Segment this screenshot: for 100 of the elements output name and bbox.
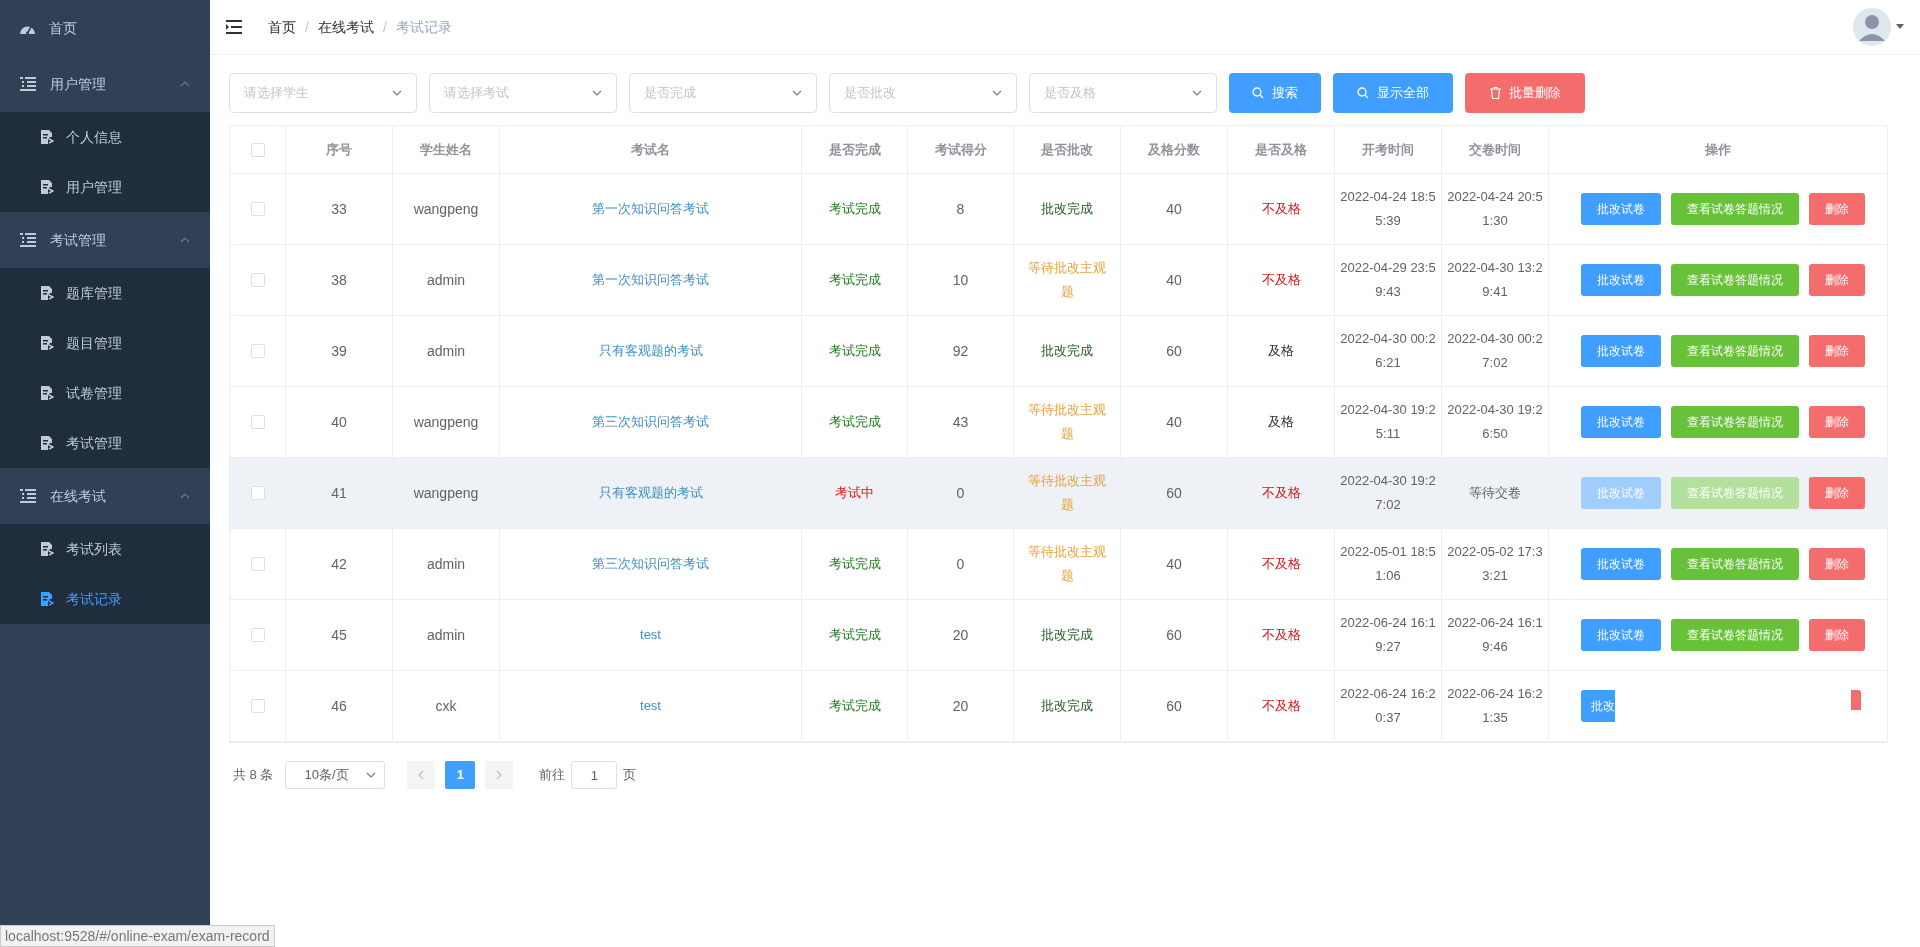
- checkbox[interactable]: [250, 557, 265, 571]
- chevron-right-icon: [496, 770, 503, 780]
- table-cell-text: admin: [426, 555, 466, 574]
- status-text: 不及格: [1261, 555, 1301, 573]
- submenu-item[interactable]: 考试列表: [0, 524, 210, 574]
- table-row[interactable]: 33 wangpeng 第一次知识问答考试 考试完成 8 批改完成 40 不及格 2022-04-24 18:55:39 2022-04-24 20:51:30 批改试卷 查看试卷答题情况 删除: [230, 174, 1887, 245]
- table-row[interactable]: 38 admin 第一次知识问答考试 考试完成 10 等待批改主观题 40 不及格 2022-04-29 23:59:43 2022-04-30 13:29:41 批改试卷 查看试卷答题情况 删除: [230, 245, 1887, 316]
- delete-button[interactable]: 删除: [1809, 548, 1865, 580]
- search-button[interactable]: 搜索: [1229, 73, 1321, 113]
- exam-link[interactable]: 第三次知识问答考试: [592, 552, 709, 576]
- checkbox[interactable]: [250, 273, 265, 287]
- view-answers-button[interactable]: 查看试卷答题情况: [1671, 406, 1799, 438]
- exam-link[interactable]: 只有客观题的考试: [598, 339, 703, 363]
- checkbox[interactable]: [250, 486, 265, 500]
- delete-button[interactable]: 删除: [1809, 406, 1865, 438]
- table-cell-text: 45: [331, 626, 347, 645]
- table-cell-text: admin: [426, 271, 466, 290]
- avatar[interactable]: [1852, 7, 1892, 47]
- view-answers-button[interactable]: 查看试卷答题情况: [1671, 548, 1799, 580]
- select-field[interactable]: 是否完成: [629, 73, 817, 113]
- status-text: 不及格: [1261, 200, 1301, 218]
- batch-delete-button[interactable]: 批量删除: [1465, 73, 1585, 113]
- caret-icon[interactable]: [1896, 24, 1904, 30]
- submenu-item[interactable]: 题库管理: [0, 268, 210, 318]
- view-answers-button[interactable]: 查看试卷答题情况: [1671, 193, 1799, 225]
- exam-link[interactable]: 第一次知识问答考试: [592, 268, 709, 292]
- checkbox[interactable]: [250, 202, 265, 216]
- table-cell-text: 40: [1166, 413, 1182, 432]
- delete-button[interactable]: 删除: [1809, 264, 1865, 296]
- table-cell-text: 60: [1166, 484, 1182, 503]
- table-cell-text: 2022-06-24 16:21:35: [1447, 685, 1543, 727]
- table-cell-text: 33: [331, 200, 347, 219]
- view-answers-button[interactable]: 查看试卷答题情况: [1671, 619, 1799, 651]
- goto-suffix: 页: [623, 766, 637, 785]
- checkbox[interactable]: [250, 699, 265, 713]
- checkbox[interactable]: [250, 628, 265, 642]
- table-cell-text: 60: [1166, 342, 1182, 361]
- breadcrumb-link[interactable]: 在线考试: [317, 16, 374, 38]
- column-header: 是否批改: [1041, 140, 1093, 159]
- show-all-button[interactable]: 显示全部: [1333, 73, 1453, 113]
- exam-link[interactable]: 第一次知识问答考试: [592, 197, 709, 221]
- menu-icon[interactable]: [226, 19, 244, 35]
- view-answers-button[interactable]: 查看试卷答题情况: [1671, 264, 1799, 296]
- review-paper-button[interactable]: 批改试卷: [1581, 264, 1661, 296]
- table-row[interactable]: 39 admin 只有客观题的考试 考试完成 92 批改完成 60 及格 2022-04-30 00:26:21 2022-04-30 00:27:02 批改试卷 查看试卷答题情况 删除: [230, 316, 1887, 387]
- status-text: 考试完成: [828, 626, 881, 644]
- breadcrumb-link[interactable]: 首页: [268, 16, 296, 38]
- previous-page-button[interactable]: [407, 761, 436, 789]
- checkbox[interactable]: [250, 142, 265, 157]
- select-field[interactable]: 请选择考试: [429, 73, 617, 113]
- document-icon: [40, 436, 54, 450]
- page-input[interactable]: 1: [571, 761, 618, 789]
- list-icon: [20, 77, 36, 91]
- sidebar-item[interactable]: 首页: [0, 0, 210, 56]
- page-size-select[interactable]: 10条/页: [285, 761, 386, 789]
- table-cell-text: 46: [331, 697, 347, 716]
- select-field[interactable]: 请选择学生: [229, 73, 417, 113]
- status-text: 等待批改主观题: [1027, 401, 1107, 443]
- submenu-item[interactable]: 试卷管理: [0, 368, 210, 418]
- submenu-item[interactable]: 个人信息: [0, 112, 210, 162]
- review-paper-button[interactable]: 批改试卷: [1581, 193, 1661, 225]
- submenu-item[interactable]: 题目管理: [0, 318, 210, 368]
- next-page-button[interactable]: [485, 761, 514, 789]
- view-answers-button[interactable]: 查看试卷答题情况: [1671, 335, 1799, 367]
- table-cell-text: 0: [956, 484, 965, 503]
- delete-button[interactable]: 删除: [1809, 619, 1865, 651]
- table-cell-text: admin: [426, 626, 466, 645]
- table-row[interactable]: 42 admin 第三次知识问答考试 考试完成 0 等待批改主观题 40 不及格 2022-05-01 18:51:06 2022-05-02 17:33:21 批改试卷 查看试卷答题情况 删除: [230, 529, 1887, 600]
- exam-link[interactable]: 只有客观题的考试: [598, 481, 703, 505]
- checkbox[interactable]: [250, 344, 265, 358]
- search-icon: [1252, 87, 1264, 99]
- status-url: localhost:9528/#/online-exam/exam-record: [0, 925, 275, 947]
- chevron-down-icon: [992, 90, 1002, 96]
- delete-button[interactable]: 删除: [1809, 193, 1865, 225]
- delete-button[interactable]: 删除: [1809, 335, 1865, 367]
- checkbox[interactable]: [250, 415, 265, 429]
- search-icon: [1357, 87, 1369, 99]
- delete-button[interactable]: 删除: [1809, 477, 1865, 509]
- table-cell-text: 43: [952, 413, 969, 432]
- review-paper-button[interactable]: 批改试卷: [1581, 619, 1661, 651]
- status-text: 批改完成: [1041, 342, 1093, 360]
- review-paper-button[interactable]: 批改试卷: [1581, 548, 1661, 580]
- submenu-item[interactable]: 考试记录: [0, 574, 210, 624]
- page-button[interactable]: 1: [445, 761, 476, 789]
- table-row[interactable]: 40 wangpeng 第三次知识问答考试 考试完成 43 等待批改主观题 40 及格 2022-04-30 19:25:11 2022-04-30 19:26:50 批改试卷 查看试卷答题情况 删除: [230, 387, 1887, 458]
- select-field[interactable]: 是否及格: [1029, 73, 1217, 113]
- exam-link[interactable]: test: [640, 694, 661, 718]
- review-paper-button[interactable]: 批改试卷: [1581, 335, 1661, 367]
- submenu-item[interactable]: 用户管理: [0, 162, 210, 212]
- exam-link[interactable]: 第三次知识问答考试: [592, 410, 709, 434]
- select-field[interactable]: 是否批改: [829, 73, 1017, 113]
- table-row[interactable]: 45 admin test 考试完成 20 批改完成 60 不及格 2022-06-24 16:19:27 2022-06-24 16:19:46 批改试卷 查看试卷答题情况 删除: [230, 600, 1887, 671]
- column-header: 是否完成: [828, 140, 881, 159]
- table-row[interactable]: 46 cxk test 考试完成 20 批改完成 60 不及格 2022-06-24 16:20:37 2022-06-24 16:21:35 批改: [230, 671, 1887, 742]
- chevron-down-icon: [392, 90, 402, 96]
- submenu-item[interactable]: 考试管理: [0, 418, 210, 468]
- exam-link[interactable]: test: [640, 623, 661, 647]
- review-paper-button[interactable]: 批改: [1581, 690, 1615, 722]
- review-paper-button[interactable]: 批改试卷: [1581, 406, 1661, 438]
- delete-button[interactable]: [1851, 690, 1861, 710]
